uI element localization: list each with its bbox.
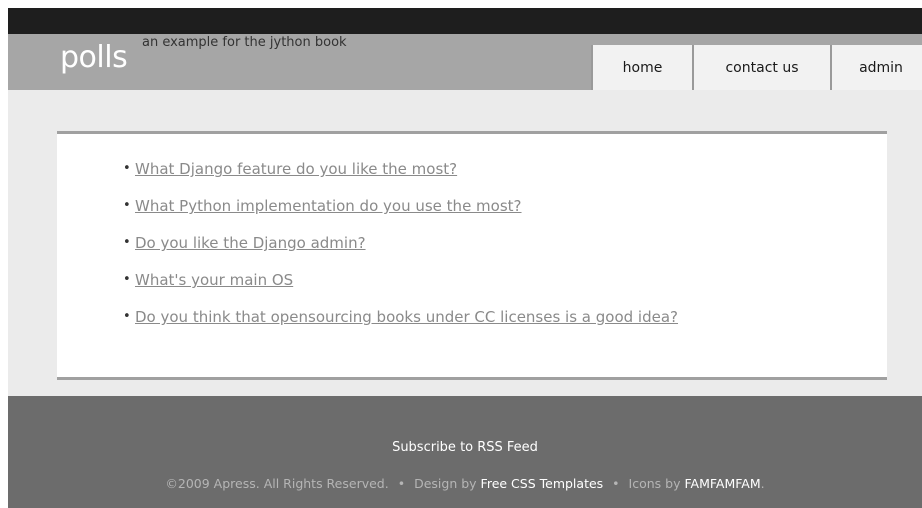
header: polls an example for the jython book hom… (8, 34, 922, 90)
poll-link[interactable]: Do you think that opensourcing books und… (135, 308, 678, 326)
poll-item: • Do you think that opensourcing books u… (123, 308, 678, 345)
free-css-templates-link[interactable]: Free CSS Templates (481, 476, 604, 491)
rss-feed-link[interactable]: Subscribe to RSS Feed (392, 440, 538, 455)
bullet-icon: • (123, 198, 131, 213)
poll-item: • What Python implementation do you use … (123, 197, 678, 234)
poll-link[interactable]: What Django feature do you like the most… (135, 160, 457, 178)
design-by-text: Design by (414, 476, 477, 491)
separator-icon: • (612, 476, 620, 491)
nav-contact-us[interactable]: contact us (692, 45, 830, 90)
icons-by-text: Icons by (628, 476, 681, 491)
bullet-icon: • (123, 309, 131, 324)
main-nav: home contact us admin (591, 45, 922, 90)
bullet-icon: • (123, 272, 131, 287)
bullet-icon: • (123, 235, 131, 250)
footer-period: . (760, 476, 765, 491)
poll-item: • Do you like the Django admin? (123, 234, 678, 271)
poll-link[interactable]: What's your main OS (135, 271, 293, 289)
footer-legal: ©2009 Apress. All Rights Reserved. • Desig… (8, 476, 922, 491)
famfamfam-link[interactable]: FAMFAMFAM (684, 476, 760, 491)
copyright-text: ©2009 Apress. All Rights Reserved. (165, 476, 389, 491)
poll-list-panel: • What Django feature do you like the mo… (57, 131, 887, 380)
poll-link[interactable]: What Python implementation do you use th… (135, 197, 522, 215)
nav-home[interactable]: home (591, 45, 692, 90)
top-bar (8, 8, 922, 34)
separator-icon: • (397, 476, 406, 491)
poll-item: • What's your main OS (123, 271, 678, 308)
rss-line: Subscribe to RSS Feed (8, 440, 922, 455)
bullet-icon: • (123, 161, 131, 176)
footer: Subscribe to RSS Feed ©2009 Apress. All … (8, 396, 922, 508)
poll-item: • What Django feature do you like the mo… (123, 160, 678, 197)
nav-admin[interactable]: admin (830, 45, 922, 90)
page-frame: polls an example for the jython book hom… (8, 8, 922, 508)
site-tagline: an example for the jython book (142, 35, 347, 50)
poll-list: • What Django feature do you like the mo… (123, 160, 678, 345)
site-logo[interactable]: polls (60, 40, 128, 75)
poll-link[interactable]: Do you like the Django admin? (135, 234, 366, 252)
